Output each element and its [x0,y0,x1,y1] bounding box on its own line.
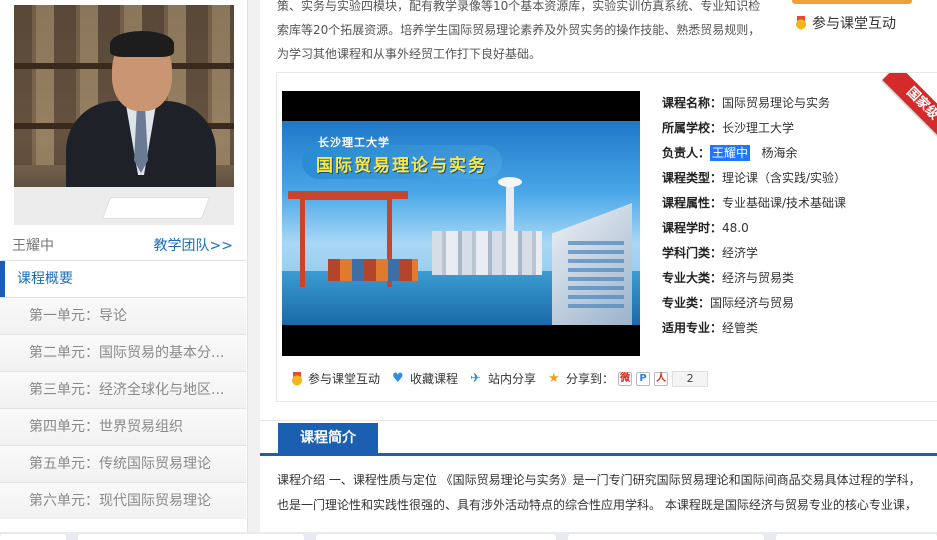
nav-item-unit-3[interactable]: 第三单元：经济全球化与地区... [0,371,246,408]
banner-university: 长沙理工大学 [318,136,390,149]
video-player[interactable]: 长沙理工大学 国际贸易理论与实务 [282,91,640,356]
info-value: 国际贸易理论与实务 [722,96,831,110]
intro-line: 索库等20个拓展资源。培养学生国际贸易理论素养及外贸实务的操作技能、熟悉贸易规则… [277,23,761,37]
heart-icon: ♥ [392,370,404,386]
course-description: 课程介绍 一、课程性质与定位 《国际贸易理论与实务》是一门专门研究国际贸易理论和… [277,468,927,518]
medal-icon [794,16,808,30]
tab-course-intro[interactable]: 课程简介 [278,423,378,454]
share-to: ★ 分享到： 微 P 人 2 [548,370,709,387]
renren-icon[interactable]: 人 [654,371,669,386]
info-value: 经济学 [722,246,759,260]
course-banner: 长沙理工大学 国际贸易理论与实务 [282,121,640,325]
share-icon: ✈ [470,370,481,386]
favorite-button[interactable]: ♥ 收藏课程 [392,370,458,387]
teaching-team-link[interactable]: 教学团队>> [154,235,233,255]
interact-button[interactable]: 参与课堂互动 [290,370,380,387]
containers [328,259,418,281]
info-row-hours: 课程学时：48.0 [662,216,846,241]
info-label: 课程学时： [662,221,723,235]
top-button-edge[interactable] [792,0,912,4]
info-value: 国际经济与贸易 [710,296,795,310]
info-row-leader: 负责人： 王耀中 杨海余 [662,141,846,166]
skyline [432,231,542,275]
left-sidebar: 王耀中 教学团队>> 课程概要 第一单元：导论 第二单元：国际贸易的基本分...… [0,0,248,540]
info-row-type: 课程类型：理论课（含实践/实验） [662,166,846,191]
info-value: 经济与贸易类 [722,271,795,285]
info-label: 负责人： [662,146,711,160]
teacher-photo[interactable] [14,5,234,225]
nav-item-unit-6[interactable]: 第六单元：现代国际贸易理论 [0,482,246,519]
intro-line: 为学习其他课程和从事外经贸工作打下良好基础。 [277,47,542,61]
info-label: 课程名称： [662,96,723,110]
info-row-discipline: 学科门类：经济学 [662,241,846,266]
course-nav: 课程概要 第一单元：导论 第二单元：国际贸易的基本分... 第三单元：经济全球化… [0,260,246,519]
medal-icon [290,371,304,386]
bottom-tab[interactable] [776,534,937,540]
favorite-label: 收藏课程 [410,372,459,386]
top-interact-label: 参与课堂互动 [812,16,896,32]
course-intro-text: 策、实务与实验四模块，配有教学录像等10个基本资源库，实验实训仿真系统、专业知识… [277,0,767,66]
bottom-tab[interactable] [568,534,764,540]
intro-line: 策、实务与实验四模块，配有教学录像等10个基本资源库，实验实训仿真系统、专业知识… [277,0,761,13]
bottom-tab[interactable] [78,534,304,540]
info-label: 所属学校： [662,121,723,135]
info-row-school: 所属学校：长沙理工大学 [662,116,846,141]
course-actions: 参与课堂互动 ♥ 收藏课程 ✈ 站内分享 ★ 分享到： 微 P 人 2 [290,370,720,387]
hair [110,31,174,57]
national-level-badge: 国家级 [871,73,937,139]
building-windows [568,241,624,313]
info-row-name: 课程名称：国际贸易理论与实务 [662,91,846,116]
info-value: 理论课（含实践/实验） [722,171,847,185]
info-row-suitable: 适用专业：经管类 [662,316,846,341]
interact-label: 参与课堂互动 [308,372,381,386]
info-value: 48.0 [722,221,749,235]
desc-line: 课程介绍 一、课程性质与定位 《国际贸易理论与实务》是一门专门研究国际贸易理论和… [277,473,921,487]
nav-item-unit-2[interactable]: 第二单元：国际贸易的基本分... [0,334,246,371]
course-card: 长沙理工大学 国际贸易理论与实务 课程名称：国际贸易理论与实务 所属学校：长沙理… [276,72,937,402]
info-row-major-class: 专业类：国际经济与贸易 [662,291,846,316]
info-label: 专业类： [662,296,711,310]
share-site-label: 站内分享 [488,372,537,386]
tower-top [498,177,522,187]
badge-label: 国家级 [882,73,937,139]
weibo-icon[interactable]: 微 [618,371,633,386]
info-label: 课程属性： [662,196,723,210]
teacher-name[interactable]: 王耀中 [12,235,54,255]
info-label: 课程类型： [662,171,723,185]
course-info: 课程名称：国际贸易理论与实务 所属学校：长沙理工大学 负责人： 王耀中 杨海余 课… [662,91,846,341]
nav-item-unit-5[interactable]: 第五单元：传统国际贸易理论 [0,445,246,482]
top-interact-link[interactable]: 参与课堂互动 [794,13,896,33]
bottom-bar [0,532,937,540]
share-to-label: 分享到： [566,372,615,386]
nav-item-unit-4[interactable]: 第四单元：世界贸易组织 [0,408,246,445]
info-label: 学科门类： [662,246,723,260]
qq-weibo-icon[interactable]: P [636,371,651,386]
info-value: 经管类 [722,321,759,335]
info-label: 专业大类： [662,271,723,285]
info-value: 专业基础课/技术基础课 [722,196,847,210]
bottom-tab[interactable] [316,534,556,540]
main-content: 策、实务与实验四模块，配有教学录像等10个基本资源库，实验实训仿真系统、专业知识… [260,0,937,540]
nav-item-unit-1[interactable]: 第一单元：导论 [0,297,246,334]
paper [101,197,211,219]
share-site-button[interactable]: ✈ 站内分享 [470,370,536,387]
star-icon: ★ [548,370,560,386]
bottom-tab[interactable] [0,534,66,540]
info-row-attr: 课程属性：专业基础课/技术基础课 [662,191,846,216]
info-row-major-category: 专业大类：经济与贸易类 [662,266,846,291]
nav-item-course-overview[interactable]: 课程概要 [0,260,246,297]
leader-link-1[interactable]: 王耀中 [710,145,751,161]
info-label: 适用专业： [662,321,723,335]
desc-line: 也是一门理论性和实践性很强的、具有涉外活动特点的综合性应用学科。 本课程既是国际… [277,498,917,512]
tower [506,179,514,269]
share-count: 2 [672,370,709,387]
leader-link-2[interactable]: 杨海余 [761,146,797,160]
section-header: 课程简介 [260,420,937,456]
info-value: 长沙理工大学 [722,121,795,135]
banner-title: 国际贸易理论与实务 [316,156,487,176]
